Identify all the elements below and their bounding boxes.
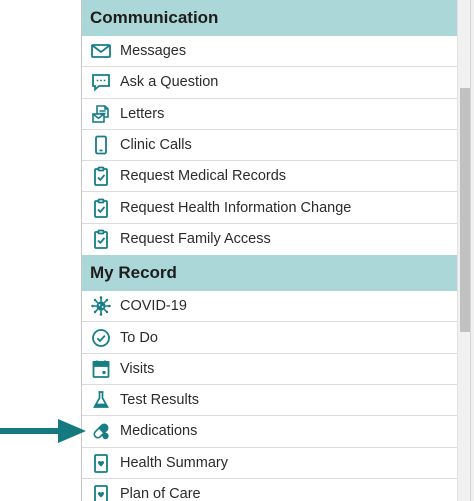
- menu-item-label: Medications: [120, 423, 198, 440]
- pointer-arrow-icon: [0, 419, 86, 443]
- menu-item-label: Request Family Access: [120, 231, 271, 248]
- menu-item-visits[interactable]: Visits: [82, 354, 458, 385]
- menu-item-label: Request Health Information Change: [120, 199, 352, 216]
- menu-item-request-family-access[interactable]: Request Family Access: [82, 224, 458, 255]
- health-summary-icon: [84, 451, 118, 475]
- section-title: My Record: [90, 263, 177, 283]
- speech-bubble-icon: [84, 70, 118, 94]
- check-circle-icon: [84, 326, 118, 350]
- menu-item-label: Letters: [120, 105, 165, 122]
- menu-item-label: Ask a Question: [120, 74, 219, 91]
- mobile-phone-icon: [84, 133, 118, 157]
- menu-item-messages[interactable]: Messages: [82, 36, 458, 68]
- menu-item-request-medical-records[interactable]: Request Medical Records: [82, 161, 458, 193]
- envelope-icon: [84, 39, 118, 63]
- divider: [470, 0, 471, 501]
- menu-item-label: Health Summary: [120, 454, 228, 471]
- calendar-icon: [84, 357, 118, 381]
- flask-icon: [84, 388, 118, 412]
- menu-item-covid-19[interactable]: COVID-19: [82, 291, 458, 323]
- section-header-my-record: My Record: [82, 255, 458, 292]
- clipboard-check-icon: [84, 227, 118, 251]
- menu-item-letters[interactable]: Letters: [82, 99, 458, 130]
- menu-item-medications[interactable]: Medications: [82, 416, 458, 448]
- page: Communication Messages Ask a Question Le…: [0, 0, 474, 501]
- menu-item-request-health-information-change[interactable]: Request Health Information Change: [82, 192, 458, 224]
- menu-item-test-results[interactable]: Test Results: [82, 385, 458, 417]
- menu-item-label: Request Medical Records: [120, 168, 287, 185]
- menu-item-plan-of-care[interactable]: Plan of Care: [82, 479, 458, 501]
- menu-item-label: COVID-19: [120, 298, 187, 315]
- section-title: Communication: [90, 8, 219, 27]
- menu-panel: Communication Messages Ask a Question Le…: [81, 0, 458, 501]
- vertical-scrollbar[interactable]: [457, 0, 474, 501]
- menu-item-to-do[interactable]: To Do: [82, 322, 458, 354]
- plan-of-care-icon: [84, 482, 118, 501]
- menu-item-ask-a-question[interactable]: Ask a Question: [82, 67, 458, 99]
- menu-item-label: Visits: [120, 360, 155, 377]
- menu-item-health-summary[interactable]: Health Summary: [82, 448, 458, 479]
- menu-item-label: Test Results: [120, 392, 199, 409]
- menu-item-clinic-calls[interactable]: Clinic Calls: [82, 130, 458, 162]
- clipboard-check-icon: [84, 196, 118, 220]
- section-header-communication: Communication: [82, 0, 458, 36]
- menu-item-label: To Do: [120, 329, 158, 346]
- pill-capsule-icon: [84, 419, 118, 443]
- clipboard-check-icon: [84, 164, 118, 188]
- menu-item-label: Clinic Calls: [120, 137, 192, 154]
- menu-item-label: Messages: [120, 43, 187, 60]
- menu-item-label: Plan of Care: [120, 486, 201, 501]
- virus-icon: [84, 294, 118, 318]
- letters-icon: [84, 102, 118, 126]
